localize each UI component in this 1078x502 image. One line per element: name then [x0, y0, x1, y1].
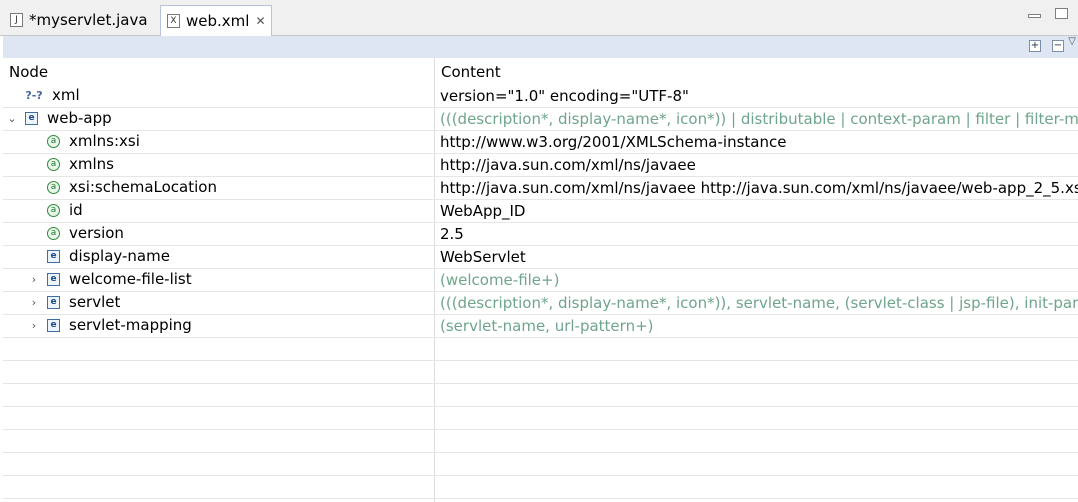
xml-file-icon: X: [167, 14, 180, 28]
chevron-right-icon[interactable]: ›: [27, 296, 41, 309]
table-row[interactable]: a xmlns http://java.sun.com/xml/ns/javaee: [3, 153, 1078, 177]
empty-row: [3, 475, 1078, 499]
view-menu-icon[interactable]: ▽: [1068, 36, 1076, 47]
node-label: servlet: [69, 293, 121, 311]
table-row[interactable]: a version 2.5: [3, 222, 1078, 246]
empty-row: [3, 406, 1078, 430]
attribute-icon: a: [47, 157, 60, 171]
element-icon: e: [47, 249, 60, 263]
node-content[interactable]: (welcome-file+): [440, 271, 1078, 289]
empty-row: [3, 360, 1078, 384]
table-row[interactable]: ⌄ e web-app (((description*, display-name*…: [3, 107, 1078, 131]
node-label: xml: [52, 86, 80, 104]
editor-tab-bar: J *myservlet.java X web.xml ✕: [0, 0, 1078, 36]
node-label: xmlns:xsi: [69, 132, 140, 150]
node-content[interactable]: http://java.sun.com/xml/ns/javaee http:/…: [440, 179, 1078, 197]
node-label: web-app: [47, 109, 112, 127]
node-label: servlet-mapping: [69, 316, 192, 334]
element-icon: e: [47, 318, 60, 332]
empty-row: [3, 429, 1078, 453]
node-content[interactable]: (((description*, display-name*, icon*)) …: [440, 110, 1078, 128]
table-row[interactable]: ?-? xml version="1.0" encoding="UTF-8": [3, 84, 1078, 108]
attribute-icon: a: [47, 226, 60, 240]
tab-label: web.xml: [186, 12, 250, 30]
table-row[interactable]: a xmlns:xsi http://www.w3.org/2001/XMLSch…: [3, 130, 1078, 154]
node-content[interactable]: 2.5: [440, 225, 1078, 243]
design-toolbar: + − ▽: [3, 36, 1078, 58]
attribute-icon: a: [47, 203, 60, 217]
minimize-icon[interactable]: [1028, 14, 1041, 18]
attribute-icon: a: [47, 134, 60, 148]
element-icon: e: [47, 272, 60, 286]
node-content[interactable]: version="1.0" encoding="UTF-8": [440, 87, 1078, 105]
empty-row: [3, 337, 1078, 361]
close-icon[interactable]: ✕: [255, 14, 265, 28]
node-label: version: [69, 224, 124, 242]
java-file-icon: J: [10, 13, 23, 27]
expand-all-icon[interactable]: +: [1029, 40, 1041, 52]
tab-web-xml[interactable]: X web.xml ✕: [160, 5, 272, 36]
xml-design-tree: Node Content ?-? xml version="1.0" encodi…: [3, 58, 1078, 502]
node-content[interactable]: http://java.sun.com/xml/ns/javaee: [440, 156, 1078, 174]
empty-row: [3, 452, 1078, 476]
node-content[interactable]: (((description*, display-name*, icon*)),…: [440, 294, 1078, 312]
node-content[interactable]: (servlet-name, url-pattern+): [440, 317, 1078, 335]
column-header-node[interactable]: Node: [9, 63, 48, 81]
collapse-all-icon[interactable]: −: [1052, 40, 1064, 52]
chevron-down-icon[interactable]: ⌄: [5, 112, 19, 125]
column-header-content[interactable]: Content: [441, 63, 501, 81]
node-label: display-name: [69, 247, 170, 265]
node-content[interactable]: WebApp_ID: [440, 202, 1078, 220]
table-row[interactable]: › e welcome-file-list (welcome-file+): [3, 268, 1078, 292]
chevron-right-icon[interactable]: ›: [27, 319, 41, 332]
node-label: welcome-file-list: [69, 270, 192, 288]
maximize-icon[interactable]: [1055, 8, 1068, 19]
attribute-icon: a: [47, 180, 60, 194]
table-row[interactable]: a id WebApp_ID: [3, 199, 1078, 223]
node-label: id: [69, 201, 83, 219]
table-row[interactable]: a xsi:schemaLocation http://java.sun.com/…: [3, 176, 1078, 200]
element-icon: e: [47, 295, 60, 309]
node-content[interactable]: WebServlet: [440, 248, 1078, 266]
node-label: xmlns: [69, 155, 114, 173]
processing-instruction-icon: ?-?: [25, 88, 43, 102]
tab-label: *myservlet.java: [29, 11, 148, 29]
table-row[interactable]: e display-name WebServlet: [3, 245, 1078, 269]
table-row[interactable]: › e servlet-mapping (servlet-name, url-pat…: [3, 314, 1078, 338]
tab-myservlet-java[interactable]: J *myservlet.java: [4, 6, 160, 34]
node-content[interactable]: http://www.w3.org/2001/XMLSchema-instanc…: [440, 133, 1078, 151]
chevron-right-icon[interactable]: ›: [27, 273, 41, 286]
node-label: xsi:schemaLocation: [69, 178, 217, 196]
empty-row: [3, 383, 1078, 407]
table-header: Node Content: [3, 58, 1078, 84]
element-icon: e: [25, 111, 38, 125]
table-row[interactable]: › e servlet (((description*, display-name*…: [3, 291, 1078, 315]
